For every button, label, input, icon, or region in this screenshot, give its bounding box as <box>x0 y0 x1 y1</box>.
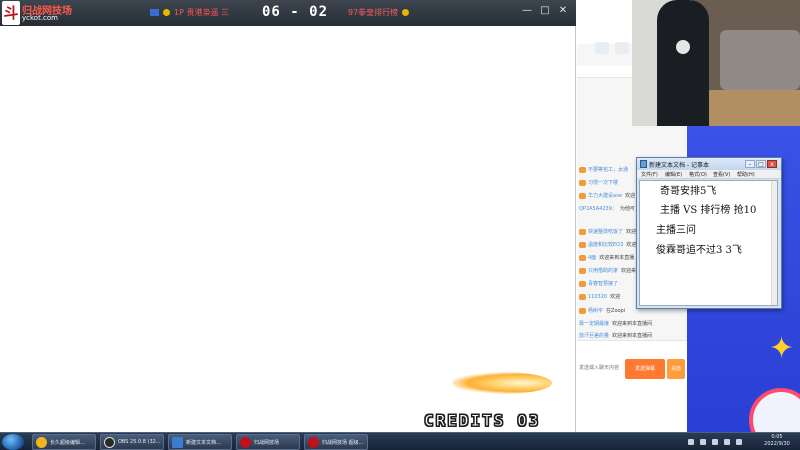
network-icon[interactable] <box>700 439 706 445</box>
logo-url: yckot.com <box>22 14 58 22</box>
chat-send-area: 发送弹幕 充值 <box>577 340 687 432</box>
notepad-window[interactable]: 新建文本文档 - 记事本 – □ x 文件(F) 编辑(E) 格式(O) 查看(… <box>636 157 782 309</box>
clock-date: 2022/9/30 <box>764 441 790 447</box>
note-line: 俊霖哥追不过3 3飞 <box>656 245 742 256</box>
badge-icon <box>579 179 586 186</box>
star-icon: ✦ <box>769 331 795 366</box>
badge-icon <box>579 307 586 314</box>
webcam-person <box>657 0 709 126</box>
chat-message: 靠一定期最接 欢迎来到本直播间 <box>579 321 653 327</box>
rank-icon <box>163 9 170 16</box>
badge-icon <box>579 254 586 261</box>
game-icon <box>240 437 251 448</box>
badge-icon <box>579 192 586 199</box>
webcam-machine <box>720 30 800 90</box>
flag-icon <box>150 9 159 16</box>
chat-message: 华力大建设ave 欢迎 <box>579 192 635 202</box>
chat-message: 快速整改吃饭了 欢迎 <box>579 228 636 238</box>
clock-time: 0:05 <box>771 434 783 440</box>
chat-input[interactable] <box>579 361 623 375</box>
menu-edit[interactable]: 编辑(E) <box>665 171 682 178</box>
chat-message: 青春智慧接了 <box>579 280 621 290</box>
notepad-text-area[interactable]: 奇哥安排5飞 主播 VS 排行榜 抢10 主播三问 俊霖哥追不过3 3飞 <box>639 180 778 306</box>
chat-message: 温度和比较EO3 欢迎 <box>579 241 636 251</box>
badge-icon <box>579 241 586 248</box>
close-button[interactable]: ✕ <box>558 6 568 16</box>
chat-message: QP2A5A4239： 为他可 <box>579 206 635 212</box>
menu-view[interactable]: 查看(V) <box>713 171 730 178</box>
crest-icon <box>676 40 690 54</box>
menu-help[interactable]: 帮助(H) <box>737 171 755 178</box>
badge-icon <box>579 280 586 287</box>
start-button[interactable] <box>2 434 24 450</box>
app-logo: 斗 归战网技场 yckot.com <box>2 1 72 25</box>
volume-icon[interactable] <box>712 439 718 445</box>
task-obs[interactable]: OBS 25.0.8 (32... <box>100 434 164 450</box>
disc-graphic <box>749 388 800 432</box>
note-line: 主播 VS 排行榜 抢10 <box>660 205 757 216</box>
notepad-task-icon <box>172 437 183 448</box>
match-score: 06 - 02 <box>262 4 329 20</box>
player1-name: 1P 贵港枭遥 三 <box>174 8 229 17</box>
logo-mark-icon: 斗 <box>2 1 20 25</box>
badge-icon <box>579 293 586 300</box>
notepad-minimize-button[interactable]: – <box>745 160 755 168</box>
fireball-effect <box>452 372 552 394</box>
maximize-button[interactable]: □ <box>540 6 550 16</box>
player2-label: 97拳皇排行榜 <box>348 7 410 18</box>
security-icon[interactable] <box>724 439 730 445</box>
browser-icon <box>36 437 47 448</box>
game-titlebar[interactable]: 斗 归战网技场 yckot.com 1P 贵港枭遥 三 06 - 02 97拳皇… <box>0 0 576 26</box>
chat-message: 不要等包工，太通 <box>579 166 631 176</box>
minimize-button[interactable]: — <box>522 6 532 16</box>
rank-icon <box>402 9 410 16</box>
player2-name: 97拳皇排行榜 <box>348 8 399 17</box>
note-line: 奇哥安排5飞 <box>660 186 717 197</box>
menu-format[interactable]: 格式(O) <box>689 171 707 178</box>
badge-icon <box>579 166 586 173</box>
notepad-scrollbar[interactable] <box>771 181 777 305</box>
taskbar: 长久超级编辑... OBS 25.0.8 (32... 新建文本文档... 归战… <box>0 432 800 450</box>
send-danmaku-button[interactable]: 发送弹幕 <box>625 359 665 379</box>
gift-icon[interactable] <box>615 42 629 54</box>
badge-icon <box>579 267 586 274</box>
task-notepad[interactable]: 新建文本文档... <box>168 434 232 450</box>
input-method-icon[interactable] <box>736 439 742 445</box>
clock[interactable]: 0:05 2022/9/30 <box>757 434 797 450</box>
note-line: 主播三问 <box>656 225 696 236</box>
chat-message: 110320 欢迎 <box>579 293 620 303</box>
notepad-icon <box>640 160 647 168</box>
chat-message: 4面 欢迎来到本直播 <box>579 254 634 264</box>
share-icon[interactable] <box>595 42 609 54</box>
notepad-close-button[interactable]: x <box>767 160 777 168</box>
notepad-title: 新建文本文档 - 记事本 <box>649 162 709 169</box>
desktop: 斗 归战网技场 yckot.com 1P 贵港枭遥 三 06 - 02 97拳皇… <box>0 0 800 450</box>
game-icon <box>308 437 319 448</box>
chat-message: 习惯一次下楼 <box>579 179 621 189</box>
credits-counter: CREDITS 03 <box>423 411 541 431</box>
notepad-maximize-button[interactable]: □ <box>756 160 766 168</box>
task-game[interactable]: 归战网技场 <box>236 434 300 450</box>
menu-file[interactable]: 文件(F) <box>641 171 658 178</box>
chat-message: 杨树平 在Zoopi <box>579 307 625 317</box>
webcam-feed <box>632 0 800 126</box>
game-window[interactable]: 斗 归战网技场 yckot.com 1P 贵港枭遥 三 06 - 02 97拳皇… <box>0 0 576 432</box>
task-browser[interactable]: 长久超级编辑... <box>32 434 96 450</box>
recharge-button[interactable]: 充值 <box>667 359 685 379</box>
notepad-titlebar[interactable]: 新建文本文档 - 记事本 – □ x <box>637 158 781 170</box>
task-game-2[interactable]: 归战网技场 超级... <box>304 434 368 450</box>
obs-icon <box>104 437 115 448</box>
player1-label: 1P 贵港枭遥 三 <box>150 7 230 19</box>
tray-arrow-icon[interactable] <box>688 439 694 445</box>
notepad-menubar: 文件(F) 编辑(E) 格式(O) 查看(V) 帮助(H) <box>637 170 781 179</box>
chat-message: 只用借助的家 欢迎来 <box>579 267 636 277</box>
badge-icon <box>579 228 586 235</box>
